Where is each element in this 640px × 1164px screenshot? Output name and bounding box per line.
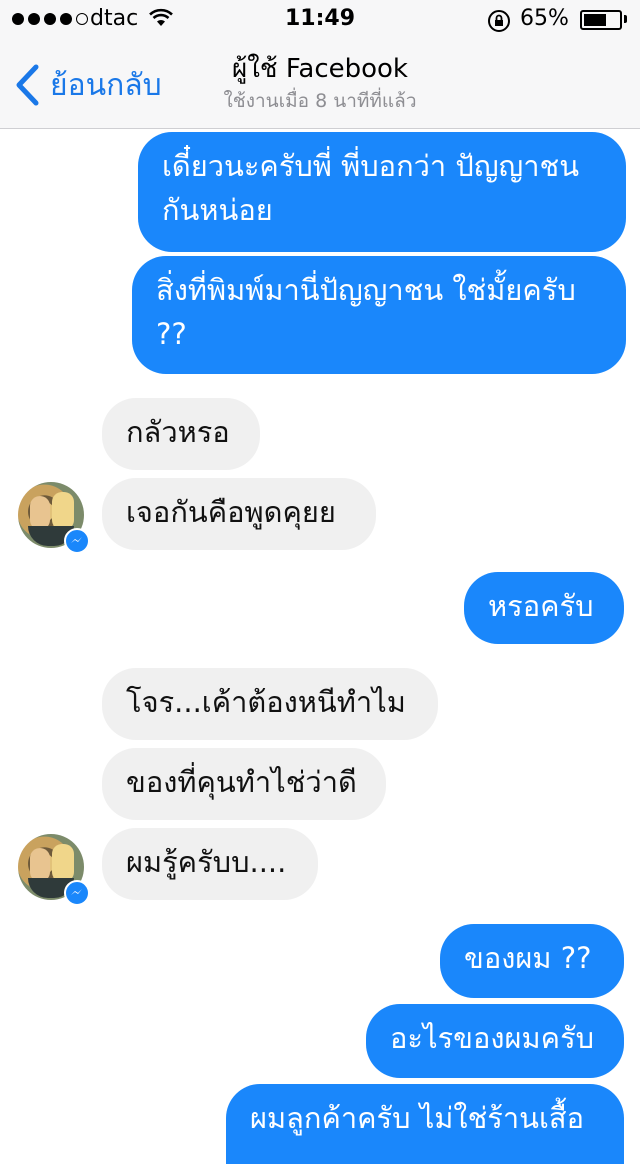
rotation-lock-icon [486,8,512,40]
message-bubble-outgoing[interactable]: เดี๋ยวนะครับพี่ พี่บอกว่า ปัญญาชน กันหน่… [138,132,626,252]
message-bubble-incoming[interactable]: เจอกันคือพูดคุยย [102,478,376,550]
messenger-badge-icon [64,528,90,554]
message-bubble-outgoing[interactable]: หรอครับ [464,572,624,644]
message-bubble-incoming[interactable]: กลัวหรอ [102,398,260,470]
chevron-left-icon [16,64,39,106]
message-text-line: ผมลูกค้าครับ ไม่ใช่ร้านเสื้อ [250,1101,584,1135]
message-text-line: กันหน่อย [162,193,273,227]
message-text-line: อะไรของผมครับ [390,1021,595,1055]
message-bubble-incoming[interactable]: ของที่คุนทำไช่ว่าดี [102,748,386,820]
chat-thread[interactable]: เดี๋ยวนะครับพี่ พี่บอกว่า ปัญญาชน กันหน่… [0,0,640,1164]
back-button[interactable]: ย้อนกลับ [14,60,162,110]
message-text-line: ?? [156,317,187,351]
message-bubble-outgoing[interactable]: อะไรของผมครับ [366,1004,624,1078]
status-bar: dtac 11:49 65% [0,0,640,40]
battery-percentage: 65% [520,6,569,31]
message-text-line: เดี๋ยวนะครับพี่ พี่บอกว่า ปัญญาชน [162,149,580,183]
message-text-line: สิ่งที่พิมพ์มานี่ปัญญาชน ใช่มั้ยครับ [156,273,576,307]
message-text-line: ผมรู้ครับบ.... [126,845,287,879]
message-bubble-outgoing[interactable]: ของผม ?? [440,924,624,998]
message-text-line: เจอกันคือพูดคุยย [126,495,336,529]
message-bubble-outgoing[interactable]: ผมลูกค้าครับ ไม่ใช่ร้านเสื้อ [226,1084,624,1164]
battery-icon [580,10,622,30]
message-text-line: ของผม ?? [464,941,592,975]
message-text-line: หรอครับ [488,589,594,623]
active-status: ใช้งานเมื่อ 8 นาทีที่แล้ว [223,90,417,112]
message-text-line: ของที่คุนทำไช่ว่าดี [126,765,357,799]
conversation-title[interactable]: ผู้ใช้ Facebook [200,48,440,89]
message-text-line: โจร...เค้าต้องหนีทำไม [126,685,406,719]
messenger-badge-icon [64,880,90,906]
battery-tip [624,15,627,23]
message-bubble-incoming[interactable]: โจร...เค้าต้องหนีทำไม [102,668,438,740]
message-bubble-outgoing[interactable]: สิ่งที่พิมพ์มานี่ปัญญาชน ใช่มั้ยครับ ?? [132,256,626,374]
message-bubble-incoming[interactable]: ผมรู้ครับบ.... [102,828,318,900]
message-text-line: กลัวหรอ [126,415,230,449]
navigation-header: dtac 11:49 65% ย้อนกลับ ผู้ใช้ Facebook … [0,0,640,129]
back-button-label: ย้อนกลับ [50,67,162,103]
